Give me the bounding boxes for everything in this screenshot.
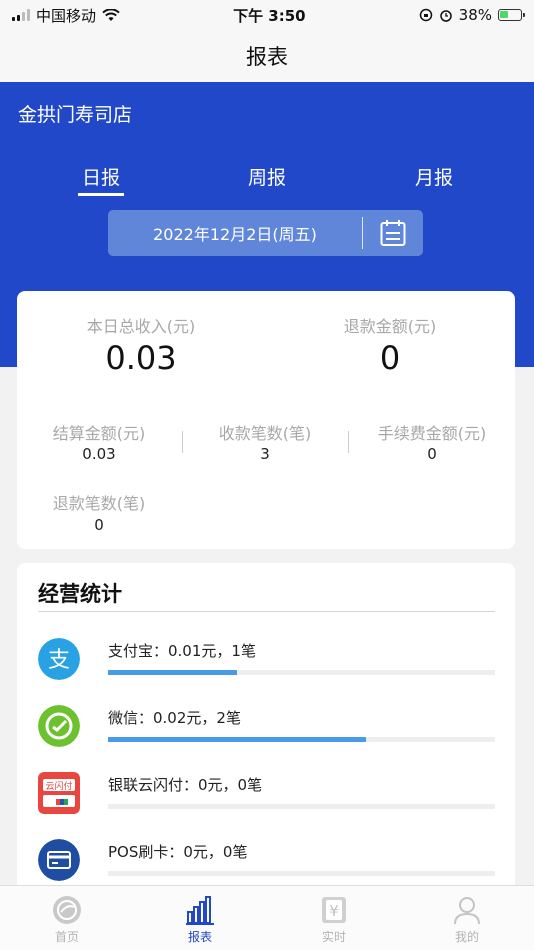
alipay-icon: 支 bbox=[38, 638, 80, 680]
tab-report[interactable]: 报表 bbox=[160, 894, 240, 945]
stats-row-alipay: 支 支付宝：0.01元，1笔 bbox=[17, 638, 515, 698]
tab-weekly[interactable]: 周报 bbox=[227, 163, 307, 190]
calendar-icon[interactable] bbox=[363, 219, 423, 247]
progress-track bbox=[108, 804, 495, 809]
alarm-icon bbox=[439, 10, 452, 22]
tab-label: 实时 bbox=[321, 930, 346, 944]
report-tabs: 日报 周报 月报 bbox=[0, 163, 534, 199]
carrier-label: 中国移动 bbox=[36, 6, 97, 25]
page-title: 报表 bbox=[246, 45, 288, 69]
stats-row-text: 微信：0.02元，2笔 bbox=[108, 709, 241, 727]
home-icon bbox=[53, 896, 81, 924]
settle-value: 0.03 bbox=[82, 445, 116, 463]
progress-fill bbox=[108, 670, 237, 675]
refund-count-value: 0 bbox=[94, 516, 104, 534]
progress-track bbox=[108, 737, 495, 742]
yuan-receipt-icon: ¥ bbox=[322, 897, 346, 923]
active-tab-indicator bbox=[78, 193, 124, 196]
stats-row-wechat: 微信：0.02元，2笔 bbox=[17, 705, 515, 765]
tab-label: 我的 bbox=[454, 930, 479, 944]
date-value[interactable]: 2022年12月2日(周五) bbox=[108, 221, 362, 245]
tab-home[interactable]: 首页 bbox=[27, 894, 107, 945]
status-bar: 中国移动 下午 3:50 38% bbox=[0, 0, 534, 30]
count-value: 3 bbox=[260, 445, 270, 463]
divider bbox=[182, 431, 183, 453]
count-label: 收款笔数(笔) bbox=[218, 424, 312, 443]
refund-count-label: 退款笔数(笔) bbox=[52, 494, 146, 513]
fee-value: 0 bbox=[427, 445, 437, 463]
wechat-icon bbox=[38, 705, 80, 747]
business-stats-card: 经营统计 支 支付宝：0.01元，1笔 微信：0.02元，2笔 云闪付 银联云闪… bbox=[17, 563, 515, 893]
unionpay-icon: 云闪付 bbox=[38, 772, 80, 814]
progress-fill bbox=[108, 737, 367, 742]
stats-row-text: POS刷卡：0元，0笔 bbox=[108, 843, 248, 861]
total-income-value: 0.03 bbox=[105, 339, 177, 377]
svg-text:¥: ¥ bbox=[329, 902, 339, 920]
divider bbox=[348, 431, 349, 453]
user-icon bbox=[454, 897, 480, 925]
svg-text:支: 支 bbox=[48, 648, 70, 673]
battery-icon bbox=[498, 9, 525, 21]
tab-monthly[interactable]: 月报 bbox=[394, 163, 474, 190]
unionpay-icon-text: 云闪付 bbox=[45, 781, 72, 792]
stats-row-unionpay: 云闪付 银联云闪付：0元，0笔 bbox=[17, 772, 515, 832]
lock-rotation-icon bbox=[419, 8, 432, 22]
tab-realtime[interactable]: ¥ 实时 bbox=[294, 894, 374, 945]
progress-track bbox=[108, 871, 495, 876]
nav-bar: 报表 bbox=[0, 30, 534, 82]
stats-row-text: 银联云闪付：0元，0笔 bbox=[108, 776, 263, 794]
wifi-icon bbox=[102, 8, 120, 21]
fee-label: 手续费金额(元) bbox=[377, 424, 487, 443]
signal-icon bbox=[12, 9, 30, 21]
store-name: 金拱门寿司店 bbox=[18, 104, 133, 126]
card-icon bbox=[38, 839, 80, 881]
settle-label: 结算金额(元) bbox=[52, 424, 146, 443]
bar-chart-icon bbox=[186, 896, 214, 925]
tab-daily[interactable]: 日报 bbox=[61, 163, 141, 190]
total-income-label: 本日总收入(元) bbox=[86, 317, 196, 336]
summary-card: 本日总收入(元) 0.03 退款金额(元) 0 结算金额(元) 0.03 收款笔… bbox=[17, 291, 515, 549]
refund-amount-value: 0 bbox=[379, 339, 401, 377]
stats-title: 经营统计 bbox=[38, 582, 122, 606]
refund-amount-label: 退款金额(元) bbox=[343, 317, 437, 336]
bottom-tab-bar: 首页 报表 ¥ 实时 我的 bbox=[0, 885, 534, 950]
tab-label: 首页 bbox=[54, 930, 79, 944]
stats-row-text: 支付宝：0.01元，1笔 bbox=[108, 642, 256, 660]
progress-track bbox=[108, 670, 495, 675]
date-picker[interactable]: 2022年12月2日(周五) bbox=[108, 210, 423, 256]
clock: 下午 3:50 bbox=[233, 6, 306, 25]
battery-percent: 38% bbox=[458, 6, 492, 24]
tab-label: 报表 bbox=[187, 930, 212, 944]
tab-mine[interactable]: 我的 bbox=[427, 894, 507, 945]
divider bbox=[38, 611, 495, 612]
